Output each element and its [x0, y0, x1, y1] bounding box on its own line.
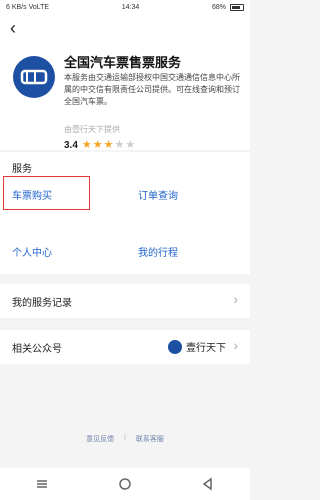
official-account-name: 壹行天下 — [186, 343, 226, 354]
service-ticket-purchase[interactable]: 车票购买 — [12, 187, 52, 202]
star-icon: ★ — [125, 139, 136, 151]
star-icon: ★ — [92, 139, 103, 151]
star-icon: ★ — [114, 139, 125, 151]
service-my-trips[interactable]: 我的行程 — [138, 244, 178, 259]
signal-indicator: 6 KB/s VoLTE — [6, 3, 50, 11]
service-personal-center[interactable]: 个人中心 — [12, 244, 52, 259]
chevron-right-icon: › — [233, 291, 238, 307]
app-title: 全国汽车票售票服务 — [64, 55, 182, 70]
official-account-row[interactable]: 相关公众号 壹行天下 › — [0, 330, 250, 364]
star-icon: ★ — [103, 139, 114, 151]
home-icon[interactable] — [118, 477, 132, 491]
account-logo-icon — [168, 339, 182, 354]
back-nav-icon[interactable] — [201, 477, 215, 491]
back-icon[interactable]: ‹ — [10, 19, 16, 37]
official-account: 壹行天下 — [168, 339, 226, 354]
status-right: 68% — [211, 3, 244, 11]
customer-service-link[interactable]: 联系客服 — [136, 434, 164, 448]
app-description: 本服务由交通运输部授权中国交通通信信息中心所属的中交信有限责任公司提供。可在线查… — [64, 73, 240, 106]
app-provider: 由壹行天下提供 — [64, 125, 120, 134]
app-logo — [13, 56, 55, 98]
service-records-label: 我的服务记录 — [12, 298, 72, 309]
menu-icon[interactable] — [35, 477, 49, 491]
battery-icon — [229, 3, 244, 11]
service-order-query[interactable]: 订单查询 — [138, 187, 178, 202]
status-bar: 6 KB/s VoLTE 14:34 68% — [0, 0, 250, 14]
bus-logo-icon — [20, 69, 48, 85]
system-nav-bar — [0, 468, 250, 500]
app-header: 全国汽车票售票服务 本服务由交通运输部授权中国交通通信信息中心所属的中交信有限责… — [0, 44, 250, 152]
chevron-right-icon: › — [233, 337, 238, 353]
clock: 14:34 — [121, 3, 140, 11]
rating-stars: ★ ★ ★ ★ ★ — [82, 140, 135, 151]
star-icon: ★ — [81, 139, 92, 151]
feedback-link[interactable]: 意见反馈 — [86, 434, 114, 448]
rating: 3.4 ★ ★ ★ ★ ★ — [64, 140, 135, 152]
battery-percent: 68% — [211, 3, 226, 11]
footer: 意见反馈 | 联系客服 — [0, 434, 250, 448]
rating-value: 3.4 — [64, 140, 78, 151]
service-records-row[interactable]: 我的服务记录 › — [0, 284, 250, 318]
services-section: 服务 车票购买 订单查询 个人中心 我的行程 — [0, 152, 250, 274]
services-title: 服务 — [12, 164, 32, 175]
footer-separator: | — [124, 434, 126, 441]
official-account-label: 相关公众号 — [12, 344, 62, 355]
top-nav: ‹ — [0, 14, 250, 44]
